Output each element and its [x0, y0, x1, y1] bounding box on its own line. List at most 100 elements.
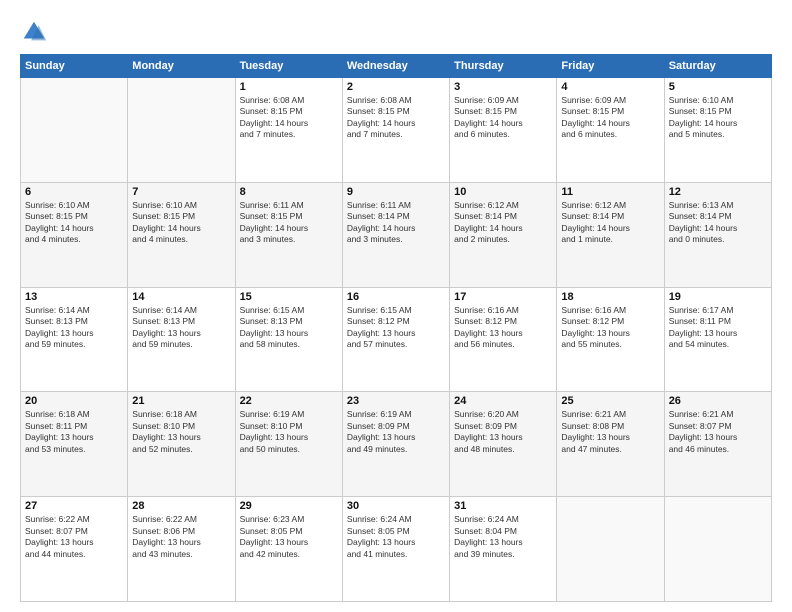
calendar-cell: 21 Sunrise: 6:18 AM Sunset: 8:10 PM Dayli…	[128, 392, 235, 497]
calendar-cell: 9 Sunrise: 6:11 AM Sunset: 8:14 PM Daylig…	[342, 182, 449, 287]
day-info: Sunrise: 6:21 AM Sunset: 8:08 PM Dayligh…	[561, 409, 659, 455]
day-info: Sunrise: 6:24 AM Sunset: 8:04 PM Dayligh…	[454, 514, 552, 560]
calendar-cell: 3 Sunrise: 6:09 AM Sunset: 8:15 PM Daylig…	[450, 78, 557, 183]
calendar-week-row: 27 Sunrise: 6:22 AM Sunset: 8:07 PM Dayli…	[21, 497, 772, 602]
day-number: 14	[132, 291, 230, 303]
day-number: 27	[25, 500, 123, 512]
day-number: 15	[240, 291, 338, 303]
calendar-cell: 30 Sunrise: 6:24 AM Sunset: 8:05 PM Dayli…	[342, 497, 449, 602]
calendar-header-friday: Friday	[557, 55, 664, 78]
calendar-cell: 23Sunrise: 6:19 AM Sunset: 8:09 PM Dayli…	[342, 392, 449, 497]
day-number: 12	[669, 186, 767, 198]
day-info: Sunrise: 6:14 AM Sunset: 8:13 PM Dayligh…	[132, 305, 230, 351]
day-number: 28	[132, 500, 230, 512]
calendar-week-row: 20 Sunrise: 6:18 AM Sunset: 8:11 PM Dayli…	[21, 392, 772, 497]
day-number: 18	[561, 291, 659, 303]
day-info: Sunrise: 6:10 AM Sunset: 8:15 PM Dayligh…	[25, 200, 123, 246]
day-info: Sunrise: 6:18 AM Sunset: 8:11 PM Dayligh…	[25, 409, 123, 455]
day-number: 5	[669, 81, 767, 93]
day-info: Sunrise: 6:09 AM Sunset: 8:15 PM Dayligh…	[454, 95, 552, 141]
day-number: 19	[669, 291, 767, 303]
day-info: Sunrise: 6:21 AM Sunset: 8:07 PM Dayligh…	[669, 409, 767, 455]
day-info: Sunrise: 6:22 AM Sunset: 8:07 PM Dayligh…	[25, 514, 123, 560]
day-number: 9	[347, 186, 445, 198]
day-info: Sunrise: 6:15 AM Sunset: 8:12 PM Dayligh…	[347, 305, 445, 351]
calendar-week-row: 1 Sunrise: 6:08 AM Sunset: 8:15 PM Daylig…	[21, 78, 772, 183]
calendar-cell: 10 Sunrise: 6:12 AM Sunset: 8:14 PM Dayli…	[450, 182, 557, 287]
calendar-cell: 17 Sunrise: 6:16 AM Sunset: 8:12 PM Dayli…	[450, 287, 557, 392]
day-number: 25	[561, 395, 659, 407]
day-info: Sunrise: 6:23 AM Sunset: 8:05 PM Dayligh…	[240, 514, 338, 560]
calendar-header-tuesday: Tuesday	[235, 55, 342, 78]
day-number: 23	[347, 395, 445, 407]
day-number: 4	[561, 81, 659, 93]
day-number: 24	[454, 395, 552, 407]
calendar-cell: 25 Sunrise: 6:21 AM Sunset: 8:08 PM Dayli…	[557, 392, 664, 497]
calendar-cell: 11 Sunrise: 6:12 AM Sunset: 8:14 PM Dayli…	[557, 182, 664, 287]
day-info: Sunrise: 6:13 AM Sunset: 8:14 PM Dayligh…	[669, 200, 767, 246]
day-info: Sunrise: 6:19 AM Sunset: 8:10 PM Dayligh…	[240, 409, 338, 455]
day-info: Sunrise: 6:10 AM Sunset: 8:15 PM Dayligh…	[669, 95, 767, 141]
day-info: Sunrise: 6:18 AM Sunset: 8:10 PM Dayligh…	[132, 409, 230, 455]
day-number: 10	[454, 186, 552, 198]
calendar-week-row: 6 Sunrise: 6:10 AM Sunset: 8:15 PM Daylig…	[21, 182, 772, 287]
calendar-table: SundayMondayTuesdayWednesdayThursdayFrid…	[20, 54, 772, 602]
calendar-cell: 18 Sunrise: 6:16 AM Sunset: 8:12 PM Dayli…	[557, 287, 664, 392]
day-info: Sunrise: 6:09 AM Sunset: 8:15 PM Dayligh…	[561, 95, 659, 141]
calendar-header-row: SundayMondayTuesdayWednesdayThursdayFrid…	[21, 55, 772, 78]
calendar-cell	[21, 78, 128, 183]
day-number: 8	[240, 186, 338, 198]
day-info: Sunrise: 6:17 AM Sunset: 8:11 PM Dayligh…	[669, 305, 767, 351]
day-number: 11	[561, 186, 659, 198]
calendar-header-thursday: Thursday	[450, 55, 557, 78]
calendar-cell: 1Sunrise: 6:08 AM Sunset: 8:15 PM Daylig…	[235, 78, 342, 183]
day-number: 2	[347, 81, 445, 93]
day-number: 20	[25, 395, 123, 407]
calendar-cell: 28 Sunrise: 6:22 AM Sunset: 8:06 PM Dayli…	[128, 497, 235, 602]
calendar-cell: 8Sunrise: 6:11 AM Sunset: 8:15 PM Daylig…	[235, 182, 342, 287]
calendar-cell: 4 Sunrise: 6:09 AM Sunset: 8:15 PM Daylig…	[557, 78, 664, 183]
calendar-cell: 29Sunrise: 6:23 AM Sunset: 8:05 PM Dayli…	[235, 497, 342, 602]
day-number: 21	[132, 395, 230, 407]
day-number: 7	[132, 186, 230, 198]
calendar-cell: 7 Sunrise: 6:10 AM Sunset: 8:15 PM Daylig…	[128, 182, 235, 287]
calendar-cell: 6 Sunrise: 6:10 AM Sunset: 8:15 PM Daylig…	[21, 182, 128, 287]
day-number: 31	[454, 500, 552, 512]
day-info: Sunrise: 6:08 AM Sunset: 8:15 PM Dayligh…	[347, 95, 445, 141]
calendar-cell: 13Sunrise: 6:14 AM Sunset: 8:13 PM Dayli…	[21, 287, 128, 392]
day-info: Sunrise: 6:24 AM Sunset: 8:05 PM Dayligh…	[347, 514, 445, 560]
page: SundayMondayTuesdayWednesdayThursdayFrid…	[0, 0, 792, 612]
day-info: Sunrise: 6:16 AM Sunset: 8:12 PM Dayligh…	[561, 305, 659, 351]
calendar-week-row: 13Sunrise: 6:14 AM Sunset: 8:13 PM Dayli…	[21, 287, 772, 392]
calendar-header-sunday: Sunday	[21, 55, 128, 78]
day-number: 16	[347, 291, 445, 303]
logo-icon	[20, 18, 48, 46]
day-info: Sunrise: 6:22 AM Sunset: 8:06 PM Dayligh…	[132, 514, 230, 560]
day-info: Sunrise: 6:12 AM Sunset: 8:14 PM Dayligh…	[454, 200, 552, 246]
calendar-cell: 22 Sunrise: 6:19 AM Sunset: 8:10 PM Dayli…	[235, 392, 342, 497]
calendar-cell: 16 Sunrise: 6:15 AM Sunset: 8:12 PM Dayli…	[342, 287, 449, 392]
calendar-cell	[557, 497, 664, 602]
calendar-cell: 19 Sunrise: 6:17 AM Sunset: 8:11 PM Dayli…	[664, 287, 771, 392]
day-info: Sunrise: 6:15 AM Sunset: 8:13 PM Dayligh…	[240, 305, 338, 351]
day-number: 26	[669, 395, 767, 407]
day-number: 1	[240, 81, 338, 93]
day-info: Sunrise: 6:16 AM Sunset: 8:12 PM Dayligh…	[454, 305, 552, 351]
day-info: Sunrise: 6:11 AM Sunset: 8:14 PM Dayligh…	[347, 200, 445, 246]
day-number: 17	[454, 291, 552, 303]
calendar-cell: 2 Sunrise: 6:08 AM Sunset: 8:15 PM Daylig…	[342, 78, 449, 183]
header	[20, 18, 772, 46]
day-number: 6	[25, 186, 123, 198]
calendar-header-saturday: Saturday	[664, 55, 771, 78]
calendar-cell	[128, 78, 235, 183]
day-number: 22	[240, 395, 338, 407]
calendar-cell: 24 Sunrise: 6:20 AM Sunset: 8:09 PM Dayli…	[450, 392, 557, 497]
day-number: 3	[454, 81, 552, 93]
day-info: Sunrise: 6:14 AM Sunset: 8:13 PM Dayligh…	[25, 305, 123, 351]
day-info: Sunrise: 6:20 AM Sunset: 8:09 PM Dayligh…	[454, 409, 552, 455]
logo	[20, 18, 52, 46]
day-info: Sunrise: 6:10 AM Sunset: 8:15 PM Dayligh…	[132, 200, 230, 246]
day-info: Sunrise: 6:12 AM Sunset: 8:14 PM Dayligh…	[561, 200, 659, 246]
day-number: 30	[347, 500, 445, 512]
calendar-cell: 14 Sunrise: 6:14 AM Sunset: 8:13 PM Dayli…	[128, 287, 235, 392]
